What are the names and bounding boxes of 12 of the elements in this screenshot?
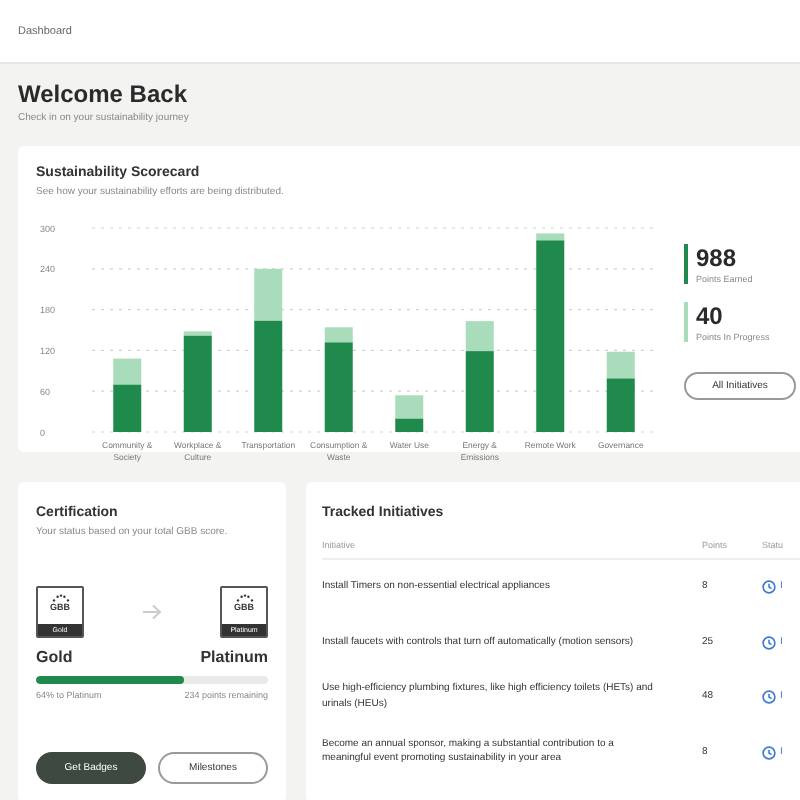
- clock-icon: [762, 690, 776, 705]
- dots-icon: [51, 594, 69, 602]
- clock-icon: [762, 635, 776, 650]
- page-title: Welcome Back: [18, 80, 189, 108]
- clock-icon: [762, 745, 776, 760]
- tier-label: Platinum: [200, 648, 268, 666]
- arrow-icon: [142, 604, 162, 620]
- tier-label: Gold: [36, 648, 73, 666]
- stat-value: 988: [696, 244, 739, 272]
- clock-icon: [762, 580, 776, 595]
- dots-icon: [235, 594, 253, 602]
- stat-value: 40: [696, 302, 725, 330]
